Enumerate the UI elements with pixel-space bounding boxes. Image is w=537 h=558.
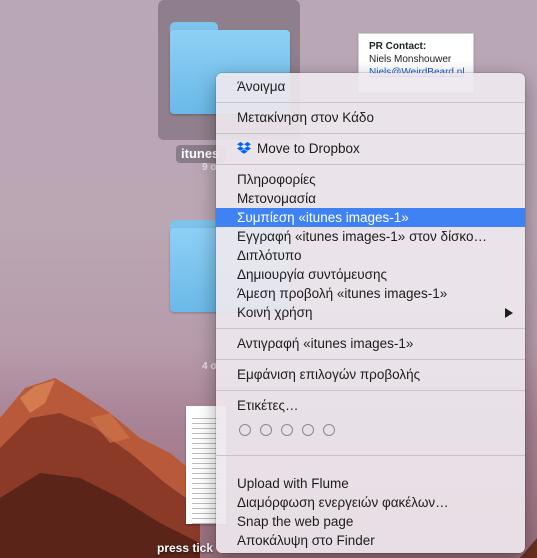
menu-item-label: Κοινή χρήση xyxy=(237,305,313,320)
folder-item-count: 4 σ xyxy=(202,361,218,372)
tag-circle-icon[interactable] xyxy=(302,424,314,436)
menu-item-upload-with-flume[interactable]: Upload with Flume xyxy=(216,474,525,493)
menu-item-duplicate[interactable]: Διπλότυπο xyxy=(216,246,525,265)
menu-item-compress[interactable]: Συμπίεση «itunes images-1» xyxy=(216,208,525,227)
context-menu: Άνοιγμα Μετακίνηση στον Κάδο Move to Dro… xyxy=(216,73,525,553)
doc-line-title: PR Contact: xyxy=(369,41,427,52)
menu-separator xyxy=(216,102,525,103)
menu-item-burn-to-disc[interactable]: Εγγραφή «itunes images-1» στον δίσκο… xyxy=(216,227,525,246)
menu-item-tags[interactable]: Ετικέτες… xyxy=(216,396,525,415)
dropbox-icon xyxy=(237,142,251,154)
tag-color-row xyxy=(216,415,525,445)
menu-separator xyxy=(216,390,525,391)
tag-circle-icon[interactable] xyxy=(239,424,251,436)
menu-item-folder-actions[interactable]: Διαμόρφωση ενεργειών φακέλων… xyxy=(216,493,525,512)
menu-item-rename[interactable]: Μετονομασία xyxy=(216,189,525,208)
menu-separator xyxy=(216,328,525,329)
tag-circle-icon[interactable] xyxy=(323,424,335,436)
menu-item-copy[interactable]: Αντιγραφή «itunes images-1» xyxy=(216,334,525,353)
menu-item-show-view-options[interactable]: Εμφάνιση επιλογών προβολής xyxy=(216,365,525,384)
tag-circle-icon[interactable] xyxy=(260,424,272,436)
menu-item-move-to-dropbox[interactable]: Move to Dropbox xyxy=(216,139,525,158)
menu-separator xyxy=(216,133,525,134)
menu-item-get-info[interactable]: Πληροφορίες xyxy=(216,170,525,189)
tag-circle-icon[interactable] xyxy=(281,424,293,436)
menu-item-share[interactable]: Κοινή χρήση xyxy=(216,303,525,322)
folder-item-count: 9 σ xyxy=(202,162,218,173)
menu-item-move-to-trash[interactable]: Μετακίνηση στον Κάδο xyxy=(216,108,525,127)
menu-separator xyxy=(216,164,525,165)
submenu-arrow-icon xyxy=(505,308,513,318)
menu-item-label: Move to Dropbox xyxy=(257,141,360,156)
menu-item-open[interactable]: Άνοιγμα xyxy=(216,77,525,96)
menu-item-snap-web-page[interactable]: Snap the web page xyxy=(216,512,525,531)
file-name-label[interactable]: press tick xyxy=(157,541,213,555)
menu-item-make-alias[interactable]: Δημιουργία συντόμευσης xyxy=(216,265,525,284)
menu-separator xyxy=(216,359,525,360)
menu-item-quick-look[interactable]: Άμεση προβολή «itunes images-1» xyxy=(216,284,525,303)
menu-item-reveal-in-finder[interactable]: Αποκάλυψη στο Finder xyxy=(216,531,525,550)
menu-separator xyxy=(216,455,525,456)
doc-line-name: Niels Monshouwer xyxy=(369,54,452,65)
